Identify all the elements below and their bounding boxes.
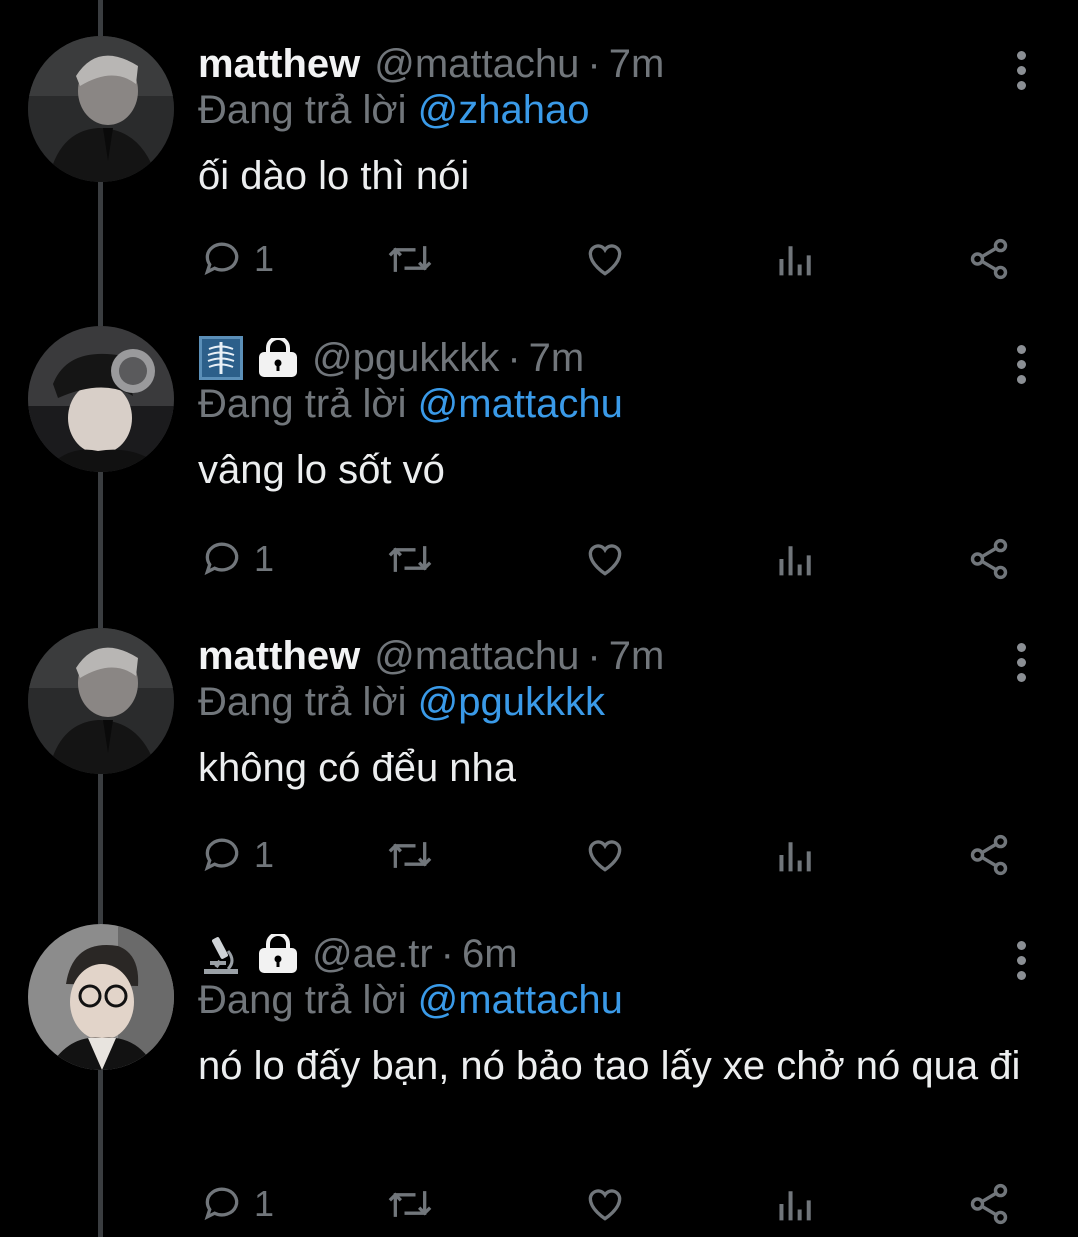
timestamp[interactable]: 7m — [529, 336, 585, 381]
mention-link[interactable]: @zhahao — [418, 88, 590, 132]
retweet-icon — [388, 1191, 432, 1217]
analytics-button[interactable] — [776, 830, 816, 880]
user-handle[interactable]: @ae.tr — [312, 932, 433, 977]
avatar[interactable] — [28, 36, 174, 182]
user-handle[interactable]: @mattachu — [374, 42, 579, 87]
analytics-icon — [779, 546, 811, 576]
lock-icon — [256, 338, 300, 378]
share-button[interactable] — [966, 234, 1012, 284]
action-bar: 1 — [198, 534, 1028, 584]
tweet-header: @ae.tr · 6m — [198, 924, 518, 984]
tweet-header: matthew @mattachu · 7m — [198, 34, 664, 94]
timestamp[interactable]: 7m — [609, 42, 665, 87]
analytics-icon — [779, 1191, 811, 1221]
reply-count: 1 — [254, 538, 275, 579]
heart-icon — [588, 840, 622, 872]
reply-button[interactable]: 1 — [200, 234, 274, 284]
more-options-icon[interactable] — [1004, 632, 1038, 692]
replying-prefix: Đang trả lời — [198, 978, 407, 1022]
tweet-text: không có đểu nha — [198, 746, 517, 790]
reply-button[interactable]: 1 — [200, 830, 274, 880]
retweet-button[interactable] — [386, 830, 434, 880]
user-handle[interactable]: @pgukkkk — [312, 336, 499, 381]
tweet-text: vâng lo sốt vó — [198, 448, 445, 492]
share-button[interactable] — [966, 830, 1012, 880]
tweet-text: ối dào lo thì nói — [198, 154, 470, 198]
share-icon — [970, 1183, 1008, 1225]
retweet-icon — [388, 842, 432, 868]
replying-prefix: Đang trả lời — [198, 382, 407, 426]
like-button[interactable] — [582, 234, 628, 284]
analytics-icon — [779, 246, 811, 276]
replying-to: Đang trả lời @zhahao — [198, 88, 590, 133]
reply-icon — [204, 242, 239, 276]
more-options-icon[interactable] — [1004, 930, 1038, 990]
like-button[interactable] — [582, 534, 628, 584]
reply-count: 1 — [254, 238, 275, 279]
analytics-button[interactable] — [776, 534, 816, 584]
display-name[interactable]: matthew — [198, 634, 360, 679]
analytics-button[interactable] — [776, 1179, 816, 1229]
avatar[interactable] — [28, 924, 174, 1070]
reply-button[interactable]: 1 — [200, 534, 274, 584]
separator: · — [440, 931, 454, 976]
microscope-icon — [198, 931, 244, 977]
heart-icon — [588, 1189, 622, 1221]
reply-count: 1 — [254, 834, 275, 875]
user-handle[interactable]: @mattachu — [374, 634, 579, 679]
heart-icon — [588, 544, 622, 576]
share-icon — [970, 238, 1008, 280]
timestamp[interactable]: 7m — [609, 634, 665, 679]
analytics-icon — [779, 842, 811, 872]
reply-icon — [204, 542, 239, 576]
retweet-button[interactable] — [386, 234, 434, 284]
heart-icon — [588, 244, 622, 276]
avatar[interactable] — [28, 326, 174, 472]
action-bar: 1 — [198, 1179, 1028, 1229]
like-button[interactable] — [582, 830, 628, 880]
separator: · — [587, 633, 601, 678]
mention-link[interactable]: @pgukkkk — [418, 680, 605, 724]
tweet-header: matthew @mattachu · 7m — [198, 626, 664, 686]
action-bar: 1 — [198, 830, 1028, 880]
replying-to: Đang trả lời @pgukkkk — [198, 680, 605, 725]
like-button[interactable] — [582, 1179, 628, 1229]
x-ray-icon — [198, 335, 244, 381]
replying-to: Đang trả lời @mattachu — [198, 382, 623, 427]
separator: · — [587, 41, 601, 86]
reply-count: 1 — [254, 1183, 275, 1224]
replying-prefix: Đang trả lời — [198, 88, 407, 132]
analytics-button[interactable] — [776, 234, 816, 284]
avatar[interactable] — [28, 628, 174, 774]
share-icon — [970, 538, 1008, 580]
replying-to: Đang trả lời @mattachu — [198, 978, 623, 1023]
tweet-header: @pgukkkk · 7m — [198, 328, 584, 388]
retweet-button[interactable] — [386, 1179, 434, 1229]
retweet-button[interactable] — [386, 534, 434, 584]
retweet-icon — [388, 546, 432, 572]
retweet-icon — [388, 246, 432, 272]
replying-prefix: Đang trả lời — [198, 680, 407, 724]
share-button[interactable] — [966, 534, 1012, 584]
share-icon — [970, 834, 1008, 876]
reply-icon — [204, 838, 239, 872]
mention-link[interactable]: @mattachu — [418, 382, 623, 426]
tweet-text: nó lo đấy bạn, nó bảo tao lấy xe chở nó … — [198, 1044, 1021, 1088]
separator: · — [507, 335, 521, 380]
more-options-icon[interactable] — [1004, 334, 1038, 394]
display-name[interactable]: matthew — [198, 42, 360, 87]
timestamp[interactable]: 6m — [462, 932, 518, 977]
reply-icon — [204, 1187, 239, 1221]
more-options-icon[interactable] — [1004, 40, 1038, 100]
mention-link[interactable]: @mattachu — [418, 978, 623, 1022]
action-bar: 1 — [198, 234, 1028, 284]
reply-button[interactable]: 1 — [200, 1179, 274, 1229]
share-button[interactable] — [966, 1179, 1012, 1229]
lock-icon — [256, 934, 300, 974]
